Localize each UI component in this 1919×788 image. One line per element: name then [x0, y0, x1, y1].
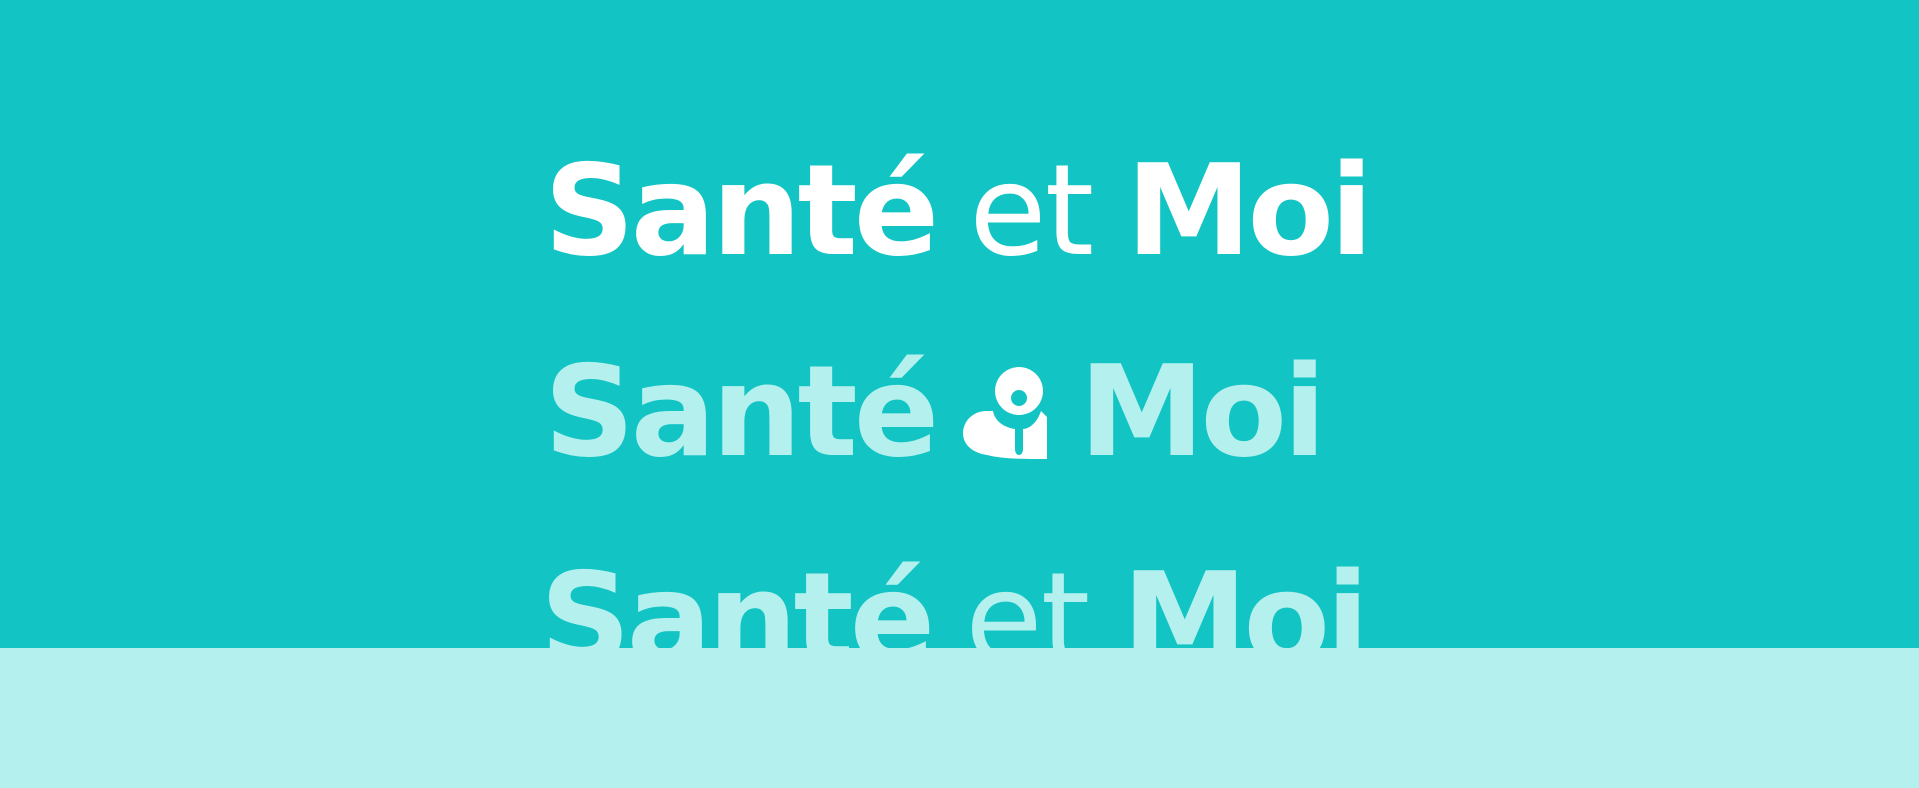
- logo-white-variant: Santé et Moi: [544, 148, 1373, 274]
- logo-word-sante: Santé: [544, 338, 939, 485]
- teal-background-band: Santé et Moi Santé Moi Santé et Moi: [0, 0, 1919, 648]
- person-heart-emblem-icon: [963, 367, 1048, 459]
- logo-word-sante: Santé: [544, 137, 939, 284]
- logo-word-et: et: [965, 545, 1090, 649]
- logo-word-moi: Moi: [1079, 338, 1326, 485]
- logo-word-moi: Moi: [1126, 137, 1373, 284]
- logo-sheet: Santé et Moi Santé Moi Santé et Moi: [0, 0, 1919, 788]
- logo-cut-variant: Santé et Moi: [540, 556, 1369, 649]
- logo-word-et: et: [969, 137, 1094, 284]
- light-background-band: [0, 648, 1919, 788]
- logo-word-moi: Moi: [1122, 545, 1369, 649]
- logo-emblem-variant: Santé Moi: [544, 349, 1326, 475]
- logo-word-sante: Santé: [540, 545, 935, 649]
